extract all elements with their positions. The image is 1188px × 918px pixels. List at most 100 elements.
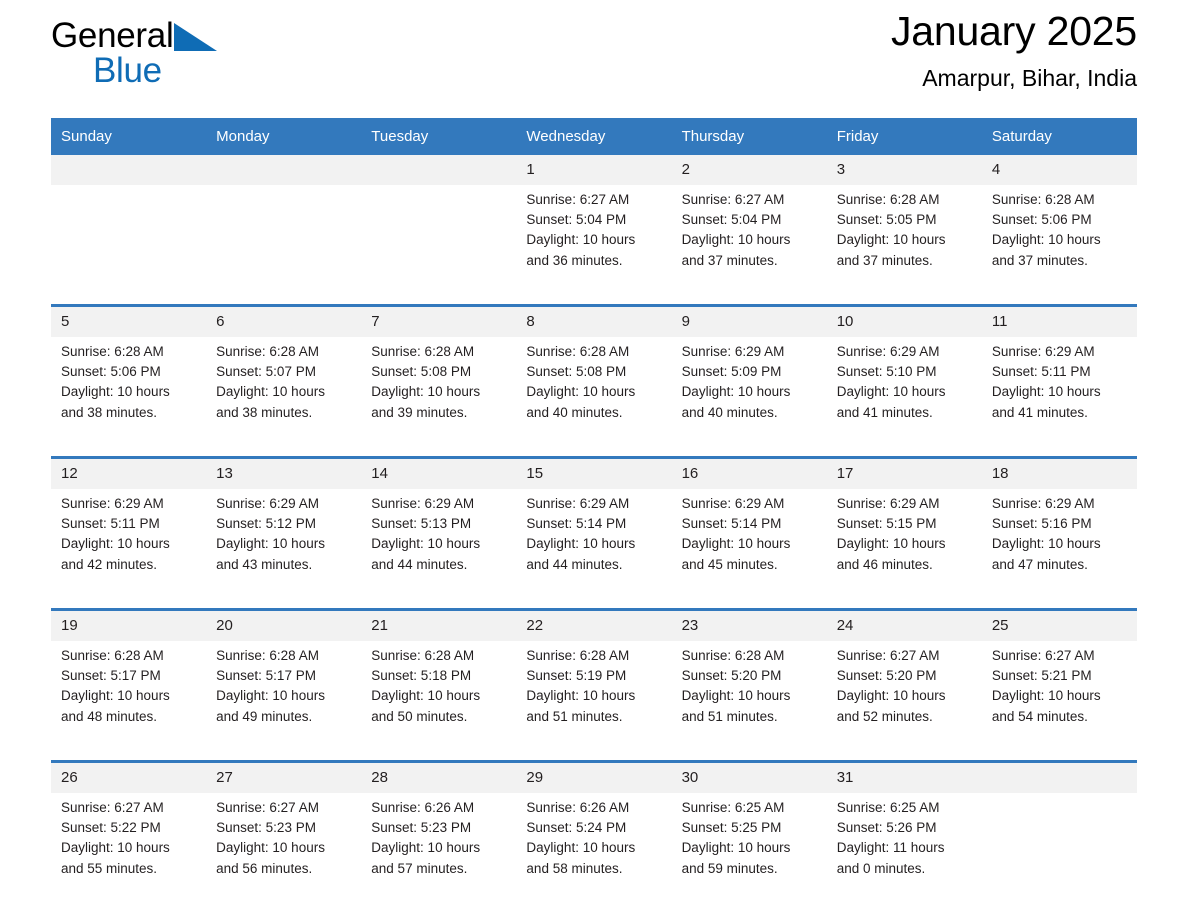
day-number[interactable]: 21 <box>361 608 517 641</box>
day-cell[interactable]: Sunrise: 6:28 AM Sunset: 5:18 PM Dayligh… <box>361 641 517 762</box>
day-number[interactable]: 2 <box>671 155 827 185</box>
day-number[interactable] <box>361 155 517 185</box>
day-cell[interactable]: Sunrise: 6:29 AM Sunset: 5:16 PM Dayligh… <box>981 489 1137 610</box>
daylight-text-line1: Daylight: 10 hours <box>61 840 170 856</box>
sunrise-text: Sunrise: 6:28 AM <box>371 648 475 663</box>
day-number[interactable]: 15 <box>516 456 672 489</box>
day-number[interactable]: 27 <box>206 760 362 793</box>
day-cell[interactable]: Sunrise: 6:29 AM Sunset: 5:15 PM Dayligh… <box>826 489 982 610</box>
day-cell[interactable]: Sunrise: 6:29 AM Sunset: 5:11 PM Dayligh… <box>51 489 207 610</box>
daylight-text-line2: and 36 minutes. <box>526 252 623 268</box>
day-number[interactable]: 14 <box>361 456 517 489</box>
day-number[interactable] <box>981 760 1137 793</box>
day-number[interactable] <box>51 155 207 185</box>
week-row-details: Sunrise: 6:28 AM Sunset: 5:17 PM Dayligh… <box>51 641 1137 762</box>
daylight-text-line2: and 44 minutes. <box>371 556 468 572</box>
day-number[interactable]: 16 <box>671 456 827 489</box>
day-number[interactable]: 26 <box>51 760 207 793</box>
sunrise-text: Sunrise: 6:29 AM <box>836 496 940 511</box>
day-cell[interactable] <box>361 185 517 306</box>
day-number[interactable]: 28 <box>361 760 517 793</box>
day-cell[interactable]: Sunrise: 6:29 AM Sunset: 5:10 PM Dayligh… <box>826 337 982 458</box>
day-cell[interactable] <box>981 793 1137 912</box>
week-row-daynumbers: 26 27 28 29 30 31 <box>51 760 1137 793</box>
day-cell[interactable]: Sunrise: 6:25 AM Sunset: 5:25 PM Dayligh… <box>671 793 827 912</box>
logo-bottom-row: Blue <box>51 52 261 90</box>
day-cell[interactable]: Sunrise: 6:25 AM Sunset: 5:26 PM Dayligh… <box>826 793 982 912</box>
sunrise-text: Sunrise: 6:26 AM <box>526 800 630 815</box>
sunset-text: Sunset: 5:10 PM <box>836 364 937 380</box>
day-cell[interactable] <box>51 185 207 306</box>
sunrise-text: Sunrise: 6:27 AM <box>216 800 319 815</box>
day-number[interactable]: 4 <box>981 155 1137 185</box>
day-number[interactable]: 23 <box>671 608 827 641</box>
day-cell[interactable]: Sunrise: 6:29 AM Sunset: 5:14 PM Dayligh… <box>516 489 672 610</box>
daylight-text-line1: Daylight: 10 hours <box>371 384 481 400</box>
daylight-text-line2: and 40 minutes. <box>526 404 623 420</box>
sunrise-text: Sunrise: 6:28 AM <box>836 192 940 207</box>
day-cell[interactable]: Sunrise: 6:28 AM Sunset: 5:08 PM Dayligh… <box>361 337 517 458</box>
day-number[interactable]: 24 <box>826 608 982 641</box>
day-cell[interactable]: Sunrise: 6:27 AM Sunset: 5:22 PM Dayligh… <box>51 793 207 912</box>
day-number[interactable]: 29 <box>516 760 672 793</box>
day-cell[interactable]: Sunrise: 6:28 AM Sunset: 5:05 PM Dayligh… <box>826 185 982 306</box>
day-number[interactable]: 12 <box>51 456 207 489</box>
day-number[interactable]: 7 <box>361 304 517 337</box>
day-cell[interactable]: Sunrise: 6:28 AM Sunset: 5:08 PM Dayligh… <box>516 337 672 458</box>
sunset-text: Sunset: 5:21 PM <box>991 668 1092 684</box>
day-cell[interactable]: Sunrise: 6:28 AM Sunset: 5:20 PM Dayligh… <box>671 641 827 762</box>
day-cell[interactable]: Sunrise: 6:29 AM Sunset: 5:13 PM Dayligh… <box>361 489 517 610</box>
day-number[interactable]: 11 <box>981 304 1137 337</box>
daylight-text-line2: and 51 minutes. <box>681 708 778 724</box>
day-cell[interactable]: Sunrise: 6:29 AM Sunset: 5:14 PM Dayligh… <box>671 489 827 610</box>
day-number[interactable]: 6 <box>206 304 362 337</box>
daylight-text-line2: and 37 minutes. <box>991 252 1088 268</box>
day-cell[interactable]: Sunrise: 6:27 AM Sunset: 5:04 PM Dayligh… <box>516 185 672 306</box>
day-cell[interactable]: Sunrise: 6:27 AM Sunset: 5:04 PM Dayligh… <box>671 185 827 306</box>
day-number[interactable]: 3 <box>826 155 982 185</box>
weekday-header-sunday: Sunday <box>51 118 207 155</box>
day-cell[interactable]: Sunrise: 6:28 AM Sunset: 5:17 PM Dayligh… <box>51 641 207 762</box>
day-number[interactable]: 17 <box>826 456 982 489</box>
sunset-text: Sunset: 5:17 PM <box>61 668 161 684</box>
daylight-text-line2: and 59 minutes. <box>681 860 778 876</box>
day-cell[interactable]: Sunrise: 6:28 AM Sunset: 5:19 PM Dayligh… <box>516 641 672 762</box>
day-number[interactable]: 19 <box>51 608 207 641</box>
day-cell[interactable] <box>206 185 362 306</box>
day-cell[interactable]: Sunrise: 6:27 AM Sunset: 5:23 PM Dayligh… <box>206 793 362 912</box>
day-cell[interactable]: Sunrise: 6:29 AM Sunset: 5:11 PM Dayligh… <box>981 337 1137 458</box>
day-number[interactable]: 31 <box>826 760 982 793</box>
day-number[interactable]: 8 <box>516 304 672 337</box>
day-number[interactable]: 10 <box>826 304 982 337</box>
daylight-text-line1: Daylight: 10 hours <box>216 840 325 856</box>
day-cell[interactable]: Sunrise: 6:29 AM Sunset: 5:12 PM Dayligh… <box>206 489 362 610</box>
day-number[interactable]: 30 <box>671 760 827 793</box>
general-blue-logo[interactable]: General Blue <box>51 14 261 102</box>
sunrise-text: Sunrise: 6:28 AM <box>681 648 785 663</box>
day-number[interactable]: 5 <box>51 304 207 337</box>
day-cell[interactable]: Sunrise: 6:26 AM Sunset: 5:23 PM Dayligh… <box>361 793 517 912</box>
day-cell[interactable]: Sunrise: 6:28 AM Sunset: 5:07 PM Dayligh… <box>206 337 362 458</box>
day-number[interactable]: 1 <box>516 155 672 185</box>
sunrise-text: Sunrise: 6:28 AM <box>991 192 1095 207</box>
day-cell[interactable]: Sunrise: 6:28 AM Sunset: 5:17 PM Dayligh… <box>206 641 362 762</box>
day-number[interactable] <box>206 155 362 185</box>
day-cell[interactable]: Sunrise: 6:28 AM Sunset: 5:06 PM Dayligh… <box>981 185 1137 306</box>
day-cell[interactable]: Sunrise: 6:27 AM Sunset: 5:20 PM Dayligh… <box>826 641 982 762</box>
day-number[interactable]: 22 <box>516 608 672 641</box>
sunrise-text: Sunrise: 6:28 AM <box>216 344 319 359</box>
day-cell[interactable]: Sunrise: 6:29 AM Sunset: 5:09 PM Dayligh… <box>671 337 827 458</box>
day-number[interactable]: 9 <box>671 304 827 337</box>
daylight-text-line2: and 40 minutes. <box>681 404 778 420</box>
sunset-text: Sunset: 5:04 PM <box>526 212 627 228</box>
calendar-header-row: Sunday Monday Tuesday Wednesday Thursday… <box>51 118 1137 155</box>
day-number[interactable]: 18 <box>981 456 1137 489</box>
calendar-table: Sunday Monday Tuesday Wednesday Thursday… <box>51 118 1137 912</box>
day-number[interactable]: 20 <box>206 608 362 641</box>
day-cell[interactable]: Sunrise: 6:26 AM Sunset: 5:24 PM Dayligh… <box>516 793 672 912</box>
day-number[interactable]: 25 <box>981 608 1137 641</box>
day-number[interactable]: 13 <box>206 456 362 489</box>
day-cell[interactable]: Sunrise: 6:27 AM Sunset: 5:21 PM Dayligh… <box>981 641 1137 762</box>
day-cell[interactable]: Sunrise: 6:28 AM Sunset: 5:06 PM Dayligh… <box>51 337 207 458</box>
logo-triangle-icon <box>174 23 218 51</box>
